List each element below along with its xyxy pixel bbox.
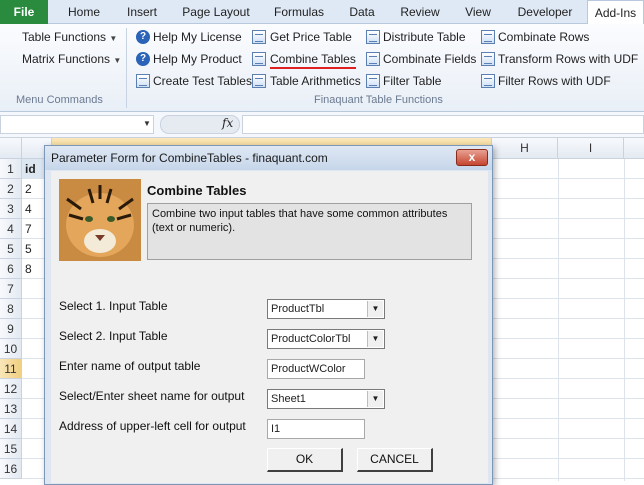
column-header-i[interactable]: I [558, 138, 624, 159]
table-arithmetics-button[interactable]: Table Arithmetics [270, 74, 361, 88]
row-header[interactable]: 14 [0, 419, 22, 439]
dialog-heading: Combine Tables [147, 183, 247, 198]
combine-tables-button[interactable]: Combine Tables [270, 52, 356, 69]
table-icon [366, 74, 380, 88]
column-header-j[interactable] [624, 138, 644, 159]
tab-view[interactable]: View [456, 0, 500, 24]
row-header[interactable]: 1 [0, 159, 22, 179]
tab-formulas[interactable]: Formulas [266, 0, 332, 24]
tab-page-layout[interactable]: Page Layout [176, 0, 256, 24]
input-table-2-select[interactable]: ProductColorTbl ▼ [267, 329, 385, 349]
chevron-down-icon[interactable]: ▼ [367, 331, 383, 347]
parameter-form-dialog: Parameter Form for CombineTables - finaq… [44, 145, 493, 485]
chevron-down-icon: ▼ [109, 34, 118, 43]
grid-line [624, 159, 625, 481]
table-icon [366, 30, 380, 44]
row-header[interactable]: 11 [0, 359, 22, 379]
help-my-product-button[interactable]: Help My Product [153, 52, 242, 66]
group-label-finaquant: Finaquant Table Functions [314, 94, 443, 106]
select-all-corner[interactable] [0, 138, 22, 159]
cancel-button[interactable]: CANCEL [357, 448, 433, 472]
tab-insert[interactable]: Insert [116, 0, 168, 24]
table-icon [481, 52, 495, 66]
dialog-description: Combine two input tables that have some … [147, 203, 472, 260]
row-header[interactable]: 10 [0, 339, 22, 359]
help-icon: ? [136, 30, 150, 44]
distribute-table-button[interactable]: Distribute Table [383, 30, 466, 44]
row-header[interactable]: 2 [0, 179, 22, 199]
field-label-input-table-1: Select 1. Input Table [59, 299, 168, 313]
table-icon [136, 74, 150, 88]
output-address-input[interactable]: I1 [267, 419, 365, 439]
group-label-menu-commands: Menu Commands [16, 94, 103, 106]
table-icon [481, 74, 495, 88]
help-icon: ? [136, 52, 150, 66]
row-header[interactable]: 15 [0, 439, 22, 459]
row-header[interactable]: 5 [0, 239, 22, 259]
matrix-functions-menu[interactable]: Matrix Functions ▼ [22, 52, 121, 68]
row-header[interactable]: 3 [0, 199, 22, 219]
tab-add-ins[interactable]: Add-Ins [587, 0, 644, 25]
formula-bar: ▼ fx [0, 112, 644, 138]
chevron-down-icon[interactable]: ▼ [367, 301, 383, 317]
output-table-name-input[interactable]: ProductWColor [267, 359, 365, 379]
table-icon [252, 30, 266, 44]
row-header[interactable]: 6 [0, 259, 22, 279]
sheet-name-select[interactable]: Sheet1 ▼ [267, 389, 385, 409]
ok-button[interactable]: OK [267, 448, 343, 472]
transform-rows-udf-button[interactable]: Transform Rows with UDF [498, 52, 638, 66]
dialog-body: Combine Tables Combine two input tables … [51, 171, 488, 483]
table-icon [366, 52, 380, 66]
row-header[interactable]: 12 [0, 379, 22, 399]
field-label-output-address: Address of upper-left cell for output [59, 419, 246, 433]
table-functions-menu[interactable]: Table Functions ▼ [22, 30, 117, 46]
row-header[interactable]: 9 [0, 319, 22, 339]
table-icon [252, 52, 266, 66]
chevron-down-icon: ▼ [113, 56, 122, 65]
tab-data[interactable]: Data [340, 0, 384, 24]
input-table-1-select[interactable]: ProductTbl ▼ [267, 299, 385, 319]
combinate-fields-button[interactable]: Combinate Fields [383, 52, 476, 66]
table-icon [481, 30, 495, 44]
table-icon [252, 74, 266, 88]
name-box[interactable] [0, 115, 154, 134]
formula-input[interactable] [242, 115, 644, 134]
combinate-rows-button[interactable]: Combinate Rows [498, 30, 589, 44]
dialog-title: Parameter Form for CombineTables - finaq… [45, 146, 492, 170]
field-label-output-table: Enter name of output table [59, 359, 201, 373]
get-price-table-button[interactable]: Get Price Table [270, 30, 352, 44]
field-label-sheet-name: Select/Enter sheet name for output [59, 389, 245, 403]
create-test-tables-button[interactable]: Create Test Tables [153, 74, 252, 88]
ribbon-tabs: File Home Insert Page Layout Formulas Da… [0, 0, 644, 25]
filter-rows-udf-button[interactable]: Filter Rows with UDF [498, 74, 611, 88]
chevron-down-icon[interactable]: ▼ [367, 391, 383, 407]
row-header[interactable]: 16 [0, 459, 22, 479]
tiger-image [59, 179, 141, 261]
field-label-input-table-2: Select 2. Input Table [59, 329, 168, 343]
row-header[interactable]: 8 [0, 299, 22, 319]
tab-review[interactable]: Review [392, 0, 448, 24]
tab-file[interactable]: File [0, 0, 48, 24]
help-my-license-button[interactable]: Help My License [153, 30, 242, 44]
fx-icon[interactable]: fx [222, 116, 233, 130]
row-header[interactable]: 7 [0, 279, 22, 299]
row-header[interactable]: 13 [0, 399, 22, 419]
tab-developer[interactable]: Developer [508, 0, 582, 24]
ribbon: Table Functions ▼ Matrix Functions ▼ Men… [0, 24, 644, 112]
close-button[interactable]: x [456, 149, 488, 166]
tab-home[interactable]: Home [58, 0, 110, 24]
group-separator [126, 28, 127, 108]
grid-line [558, 159, 559, 481]
row-header[interactable]: 4 [0, 219, 22, 239]
filter-table-button[interactable]: Filter Table [383, 74, 441, 88]
chevron-down-icon[interactable]: ▼ [143, 119, 151, 128]
column-header-h[interactable]: H [492, 138, 558, 159]
